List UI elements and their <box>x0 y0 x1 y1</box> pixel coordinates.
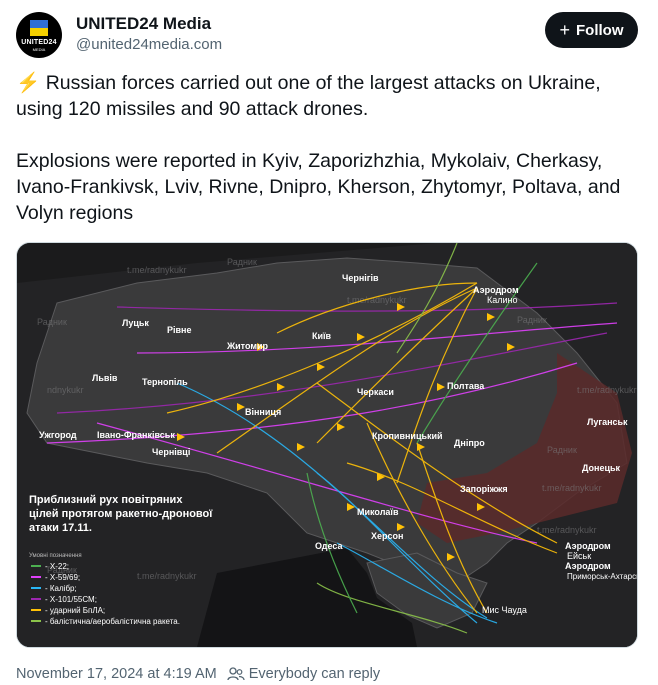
city-lutsk: Луцьк <box>122 318 149 328</box>
author-names: UNITED24 Media @united24media.com <box>76 14 222 56</box>
city-kropyvnytskyi: Кропивницький <box>372 431 443 441</box>
svg-text:t.me/radnykukr: t.me/radnykukr <box>537 525 597 535</box>
cape-chauda: Мис Чауда <box>482 605 527 615</box>
post-footer: November 17, 2024 at 4:19 AM Everybody c… <box>16 666 380 682</box>
city-vinnytsia: Вінниця <box>245 407 281 417</box>
city-lviv: Львів <box>92 373 118 383</box>
city-uzhhorod: Ужгород <box>39 430 77 440</box>
post-text: ⚡ Russian forces carried out one of the … <box>16 70 641 226</box>
city-dnipro: Дніпро <box>454 438 485 448</box>
map-title-line2: цілей протягом ракетно-дронової <box>29 508 213 520</box>
city-zhytomyr: Житомир <box>226 341 269 351</box>
city-cherkasy: Черкаси <box>357 387 394 397</box>
svg-text:Радник: Радник <box>37 317 67 327</box>
city-rivne: Рівне <box>167 325 191 335</box>
legend-heading: Умовні позначення <box>29 553 82 559</box>
follow-label: Follow <box>576 21 624 39</box>
svg-text:ndnykukr: ndnykukr <box>47 385 84 395</box>
svg-text:Радник: Радник <box>227 257 257 267</box>
people-icon <box>227 667 245 681</box>
author-display-name[interactable]: UNITED24 Media <box>76 14 222 34</box>
avatar-logo-subtext: MEDIA <box>32 47 46 52</box>
post-paragraph-2: Explosions were reported in Kyiv, Zapori… <box>16 150 621 224</box>
post-line-1: Russian forces carried out one of the la… <box>16 72 601 120</box>
legend-label: - X-101/55СМ; <box>45 595 97 604</box>
post-header: UNITED24 MEDIA UNITED24 Media @united24m… <box>16 12 638 64</box>
attack-map-image[interactable]: t.me/radnykukr Радник t.me/radnykukr Рад… <box>16 242 638 648</box>
svg-text:t.me/radnykukr: t.me/radnykukr <box>577 385 637 395</box>
legend-label: - Калібр; <box>45 584 77 593</box>
svg-text:Радник: Радник <box>517 315 547 325</box>
city-donetsk: Донецьк <box>582 463 621 473</box>
city-ternopil: Тернопіль <box>142 377 188 387</box>
map-title-line3: атаки 17.11. <box>29 522 92 534</box>
airfield-yeysk-name: Ейськ <box>567 551 591 561</box>
airfield-primorsk-name: Приморськ-Ахтарськ <box>567 572 637 581</box>
city-chernivtsi: Чернівці <box>152 447 190 457</box>
svg-text:t.me/radnykukr: t.me/radnykukr <box>127 265 187 275</box>
reply-setting-label: Everybody can reply <box>248 666 381 682</box>
post-paragraph-1: ⚡ Russian forces carried out one of the … <box>16 70 641 122</box>
avatar[interactable]: UNITED24 MEDIA <box>16 12 62 58</box>
city-ivano: Івано-Франківськ <box>97 430 175 440</box>
plus-icon: + <box>559 20 570 40</box>
post-timestamp[interactable]: November 17, 2024 at 4:19 AM <box>16 666 217 682</box>
city-zaporizhzhia: Запоріжжя <box>460 484 508 494</box>
svg-text:t.me/radnykukr: t.me/radnykukr <box>137 571 197 581</box>
flag-icon <box>30 20 48 36</box>
legend-label: - X-59/69; <box>45 573 80 582</box>
city-kyiv: Київ <box>312 331 332 341</box>
svg-text:t.me/radnykukr: t.me/radnykukr <box>542 483 602 493</box>
city-kherson: Херсон <box>371 531 403 541</box>
city-odesa: Одеса <box>315 541 343 551</box>
svg-text:Радник: Радник <box>547 445 577 455</box>
city-luhansk: Луганськ <box>587 417 628 427</box>
city-mykolaiv: Миколаїв <box>357 507 399 517</box>
city-poltava: Полтава <box>447 381 485 391</box>
legend-label: - ударний БпЛА; <box>45 606 105 615</box>
lightning-emoji: ⚡ <box>16 72 41 94</box>
avatar-logo-text: UNITED24 <box>21 39 57 46</box>
airfield-primorsk-title: Аэродром <box>565 561 611 571</box>
city-chernihiv: Чернігів <box>342 273 379 283</box>
map-title-line1: Приблизний рух повітряних <box>29 494 183 506</box>
legend-label: - балістична/аеробалістична ракета. <box>45 617 180 626</box>
airfield-yeysk-title: Аэродром <box>565 541 611 551</box>
airfield-kalino-name: Калино <box>487 295 518 305</box>
follow-button[interactable]: + Follow <box>545 12 638 48</box>
reply-setting: Everybody can reply <box>227 666 380 682</box>
legend-label: - X-22; <box>45 562 69 571</box>
author-handle[interactable]: @united24media.com <box>76 34 222 56</box>
airfield-kalino-title: Аэродром <box>473 285 519 295</box>
